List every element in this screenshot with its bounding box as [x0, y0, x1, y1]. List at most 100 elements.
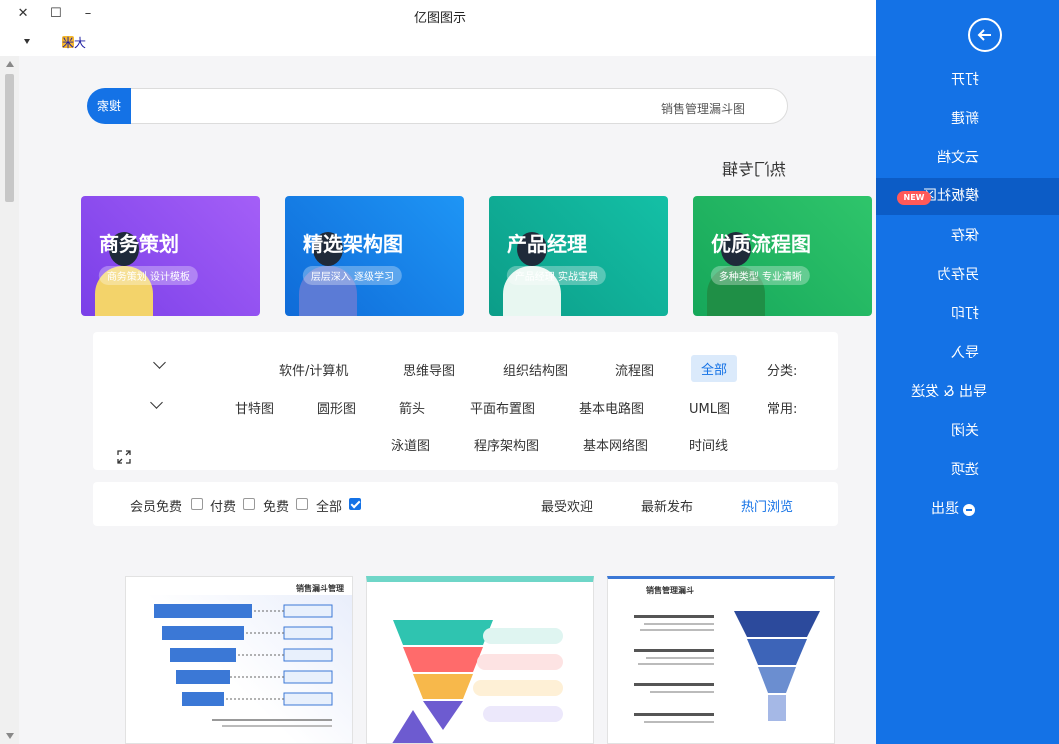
common-uml[interactable]: UML图 — [689, 398, 730, 417]
common-swimlane[interactable]: 泳道图 — [391, 435, 430, 454]
menu-label: 模板社区 — [923, 188, 979, 204]
common-floor-plan[interactable]: 平面布置图 — [470, 398, 535, 417]
scroll-thumb[interactable] — [5, 74, 14, 202]
banner-architecture[interactable]: 精选架构图 层层深入 逐级学习 — [285, 196, 464, 316]
common-row-1: 甘特图 圆形图 箭头 平面布置图 基本电路图 UML图 常用: — [93, 398, 838, 418]
filter-free-label: 免费 — [263, 500, 290, 515]
banner-subtitle: 产品经理 实战宝典 — [507, 266, 607, 285]
menu-item-open[interactable]: 打开 — [876, 62, 1059, 99]
sort-tab-hot[interactable]: 热门浏览 — [741, 496, 793, 515]
menu-item-options[interactable]: 选项 — [876, 452, 1059, 489]
menu-label: 退出 — [931, 501, 959, 517]
menu-label: 新建 — [951, 111, 979, 127]
new-badge: NEW — [897, 191, 931, 205]
common-timeline[interactable]: 时间线 — [689, 435, 728, 454]
category-mindmap[interactable]: 思维导图 — [403, 360, 455, 379]
sort-tab-newest[interactable]: 最新发布 — [641, 496, 693, 515]
template-card[interactable]: 销售漏斗管理 — [125, 576, 353, 744]
template-community-content: 搜索 热门专辑 优质流程图 多种类型 专业清晰 产品经理 产品经理 实战宝典 精… — [19, 56, 876, 744]
banner-subtitle: 层层深入 逐级学习 — [303, 266, 403, 285]
search-button[interactable]: 搜索 — [87, 88, 131, 124]
sort-tab-popular[interactable]: 最受欢迎 — [541, 496, 593, 515]
filter-all-checkbox[interactable] — [349, 498, 361, 510]
close-icon[interactable]: ✕ — [13, 4, 33, 24]
template-card[interactable]: 销售漏斗分析 — [366, 576, 594, 744]
banner-product-manager[interactable]: 产品经理 产品经理 实战宝典 — [489, 196, 668, 316]
menu-item-export-send[interactable]: 导出 & 发送 — [876, 374, 1059, 411]
exit-icon — [963, 504, 975, 516]
banner-title: 优质流程图 — [711, 232, 811, 256]
menu-item-import[interactable]: 导入 — [876, 335, 1059, 372]
banner-subtitle: 商务策划 设计模板 — [99, 266, 199, 285]
filter-panel: 软件/计算机 思维导图 组织结构图 流程图 全部 分类: 甘特图 圆形图 箭头 … — [93, 332, 838, 470]
menu-label: 导入 — [951, 345, 979, 361]
common-row-2: 泳道图 程序架构图 基本网络图 时间线 — [93, 435, 838, 455]
menu-item-save-as[interactable]: 另存为 — [876, 257, 1059, 294]
filter-paid-label: 付费 — [210, 500, 237, 515]
filter-vip-free-checkbox[interactable] — [191, 498, 203, 510]
menu-label: 关闭 — [951, 423, 979, 439]
menu-label: 打开 — [951, 72, 979, 88]
banner-title: 产品经理 — [507, 232, 587, 256]
funnel-thumbnail — [126, 595, 352, 744]
category-software[interactable]: 软件/计算机 — [279, 360, 348, 379]
filter-paid-checkbox[interactable] — [243, 498, 255, 510]
card-title: 销售管理漏斗 — [646, 586, 694, 595]
common-gantt[interactable]: 甘特图 — [235, 398, 274, 417]
menu-item-close[interactable]: 关闭 — [876, 413, 1059, 450]
menu-item-save[interactable]: 保存 — [876, 218, 1059, 255]
menu-label: 导出 & 发送 — [911, 384, 987, 400]
minimize-icon[interactable]: – — [78, 4, 98, 24]
menu-label: 云文档 — [937, 150, 979, 166]
filter-all-label: 全部 — [316, 500, 343, 515]
common-program-arch[interactable]: 程序架构图 — [474, 435, 539, 454]
search-bar: 搜索 — [87, 88, 788, 124]
menu-item-exit[interactable]: 退出 — [876, 491, 1059, 528]
side-menu: 打开 新建 云文档 模板社区 NEW 保存 另存为 打印 导入 导出 & 发送 … — [876, 0, 1059, 744]
banner-subtitle: 多种类型 专业清晰 — [711, 266, 811, 285]
menu-label: 打印 — [951, 306, 979, 322]
category-all[interactable]: 全部 — [691, 355, 738, 382]
menu-label: 选项 — [951, 462, 979, 478]
window-title: 亿图图示 — [413, 11, 466, 26]
category-label: 分类: — [767, 364, 798, 379]
common-label: 常用: — [767, 402, 798, 417]
menu-label: 保存 — [951, 228, 979, 244]
vertical-scrollbar[interactable] — [0, 56, 19, 744]
scroll-down-icon[interactable] — [6, 733, 14, 739]
common-circle[interactable]: 圆形图 — [317, 398, 356, 417]
hot-topics-title: 热门专辑 — [722, 160, 787, 179]
menu-label: 另存为 — [937, 267, 979, 283]
user-bar: 大米 — [0, 30, 876, 56]
back-arrow-icon[interactable] — [968, 18, 1002, 52]
menu-item-new[interactable]: 新建 — [876, 101, 1059, 138]
category-flowchart[interactable]: 流程图 — [615, 360, 654, 379]
category-org-chart[interactable]: 组织结构图 — [503, 360, 568, 379]
common-network[interactable]: 基本网络图 — [583, 435, 648, 454]
menu-item-print[interactable]: 打印 — [876, 296, 1059, 333]
caret-down-icon[interactable] — [24, 39, 30, 44]
banner-title: 精选架构图 — [303, 232, 403, 256]
funnel-thumbnail — [388, 620, 563, 744]
sort-row: 热门浏览 最新发布 最受欢迎 全部 免费 付费 会员免费 — [93, 482, 838, 526]
search-input[interactable] — [143, 97, 747, 119]
filter-free-checkbox[interactable] — [296, 498, 308, 510]
banner-business-planning[interactable]: 商务策划 商务策划 设计模板 — [81, 196, 260, 316]
menu-item-template-community[interactable]: 模板社区 NEW — [876, 178, 1059, 215]
title-bar: 亿图图示 – ☐ ✕ — [0, 0, 876, 30]
maximize-icon[interactable]: ☐ — [46, 4, 66, 24]
common-circuit[interactable]: 基本电路图 — [579, 398, 644, 417]
card-title: 销售漏斗管理 — [296, 584, 344, 593]
sort-bar: 热门浏览 最新发布 最受欢迎 全部 免费 付费 会员免费 — [93, 482, 838, 526]
funnel-thumbnail — [634, 611, 820, 723]
scroll-up-icon[interactable] — [6, 61, 14, 67]
menu-item-cloud-docs[interactable]: 云文档 — [876, 140, 1059, 177]
template-card[interactable]: 销售管理漏斗 — [607, 576, 835, 744]
category-row: 软件/计算机 思维导图 组织结构图 流程图 全部 分类: — [93, 355, 838, 382]
filter-vip-free-label: 会员免费 — [130, 500, 183, 515]
user-name[interactable]: 大米 — [62, 34, 86, 51]
banner-title: 商务策划 — [99, 232, 179, 256]
common-arrow[interactable]: 箭头 — [399, 398, 425, 417]
banner-flowchart[interactable]: 优质流程图 多种类型 专业清晰 — [693, 196, 872, 316]
fullscreen-icon[interactable] — [117, 450, 131, 464]
